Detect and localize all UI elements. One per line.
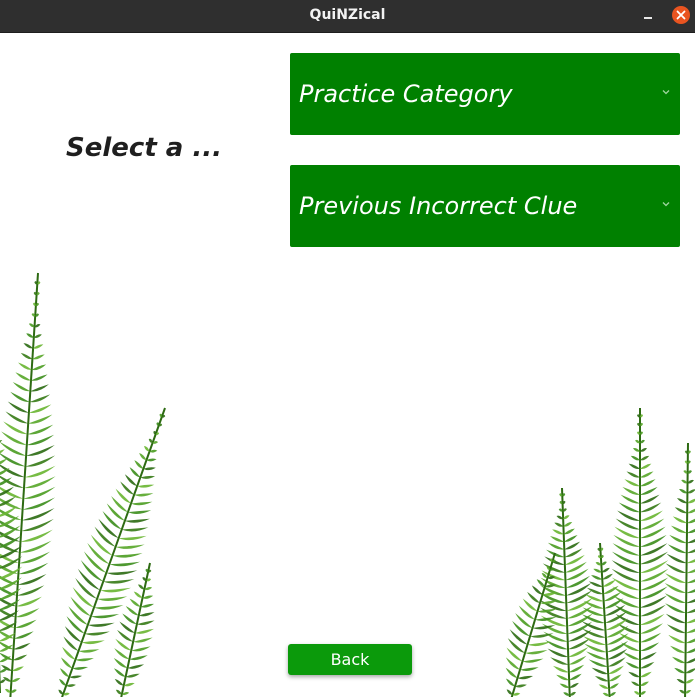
close-icon[interactable] [672, 6, 690, 24]
window-titlebar: QuiNZical [0, 0, 695, 33]
dropdown-label: Previous Incorrect Clue [299, 192, 578, 220]
minimize-icon[interactable] [640, 7, 658, 25]
previous-incorrect-clue-dropdown[interactable]: Previous Incorrect Clue [290, 165, 680, 247]
select-prompt-label: Select a ... [66, 133, 223, 163]
chevron-down-icon [662, 90, 670, 95]
fern-left-icon [0, 272, 166, 697]
main-content: Select a ... Practice Category Previous … [0, 33, 695, 697]
practice-category-dropdown[interactable]: Practice Category [290, 53, 680, 135]
window-title: QuiNZical [309, 7, 386, 23]
back-button[interactable]: Back [288, 644, 412, 675]
chevron-down-icon [662, 202, 670, 207]
fern-right-icon [505, 408, 695, 697]
dropdown-label: Practice Category [299, 80, 513, 108]
